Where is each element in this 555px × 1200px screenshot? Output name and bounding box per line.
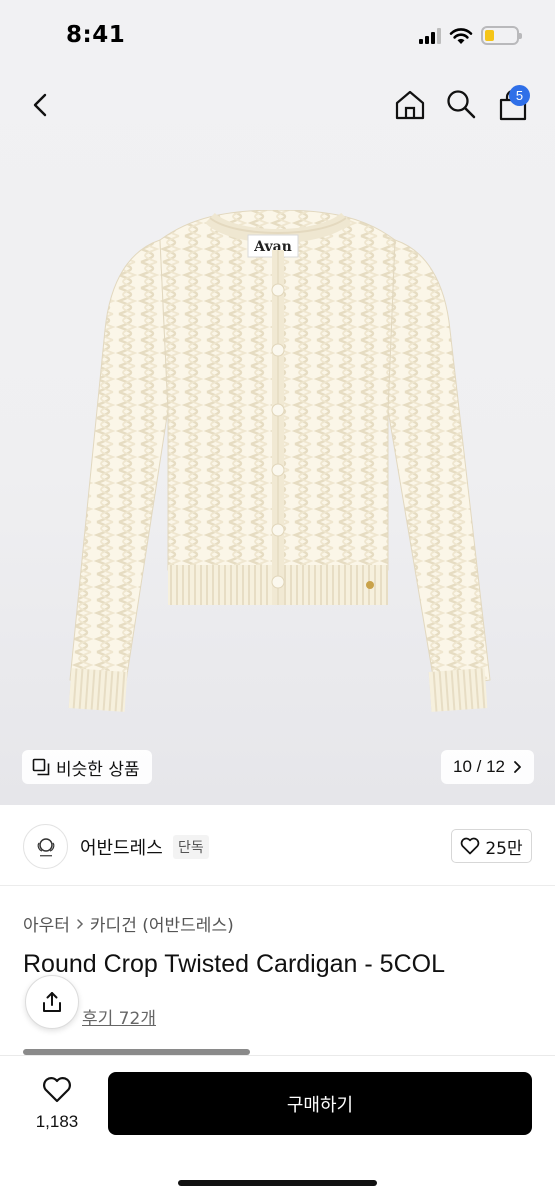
cardigan-product-image: Avan [68, 210, 491, 712]
share-button[interactable] [25, 975, 79, 1029]
battery-icon [481, 26, 522, 45]
status-icons [419, 26, 522, 45]
cellular-signal-icon [419, 27, 441, 44]
similar-products-button[interactable]: 비슷한 상품 [22, 750, 152, 784]
breadcrumb-item[interactable]: 아우터 [23, 911, 70, 936]
wishlist-button[interactable]: 1,183 [30, 1076, 84, 1132]
chevron-left-icon[interactable] [26, 90, 56, 120]
similar-products-label: 비슷한 상품 [56, 759, 140, 780]
similar-products-icon [32, 758, 50, 776]
brand-logo[interactable] [23, 824, 68, 869]
chevron-right-icon [514, 761, 521, 773]
breadcrumb: 아우터 카디건 (어반드레스) [23, 911, 234, 936]
breadcrumb-item[interactable]: 카디건 (어반드레스) [90, 911, 234, 936]
wishlist-count: 1,183 [35, 1112, 79, 1131]
brand-name[interactable]: 어반드레스 [80, 834, 163, 860]
review-count-link[interactable]: 후기 72개 [82, 1004, 156, 1029]
search-icon[interactable] [445, 88, 477, 120]
brand-logo-emblem-icon [37, 837, 54, 856]
heart-icon [461, 837, 480, 855]
image-counter: 10 / 12 [453, 757, 505, 776]
status-bar: 8:41 [0, 0, 555, 70]
brand-row: 어반드레스 단독 25만 [0, 806, 555, 886]
status-time: 8:41 [66, 22, 126, 48]
bottom-action-bar: 1,183 구매하기 [0, 1055, 555, 1200]
brand-like-count: 25만 [485, 838, 523, 859]
home-icon[interactable] [393, 88, 427, 122]
heart-icon [43, 1077, 71, 1103]
brand-like-button[interactable]: 25만 [451, 829, 532, 863]
exclusive-badge: 단독 [173, 835, 209, 859]
cart-count-badge: 5 [509, 85, 530, 106]
product-title: Round Crop Twisted Cardigan - 5COL [23, 950, 445, 978]
product-image-gallery[interactable]: 5 Avan 비슷한 상품 10 / 12 [0, 70, 555, 805]
chevron-right-icon [77, 918, 83, 929]
wifi-icon [449, 27, 473, 44]
image-counter-button[interactable]: 10 / 12 [441, 750, 534, 784]
buy-button[interactable]: 구매하기 [108, 1072, 532, 1135]
share-icon [43, 992, 61, 1012]
battery-level [485, 30, 494, 41]
home-indicator [178, 1180, 377, 1186]
